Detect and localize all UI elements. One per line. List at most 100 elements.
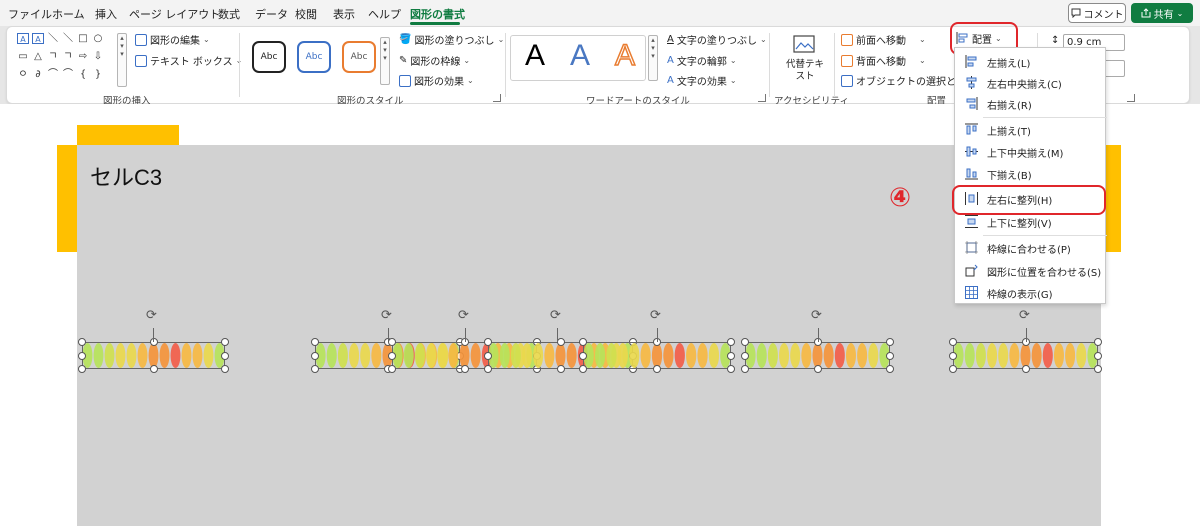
shape-style-sample-1[interactable]: Abc: [252, 41, 286, 73]
tab-data[interactable]: データ: [255, 6, 288, 22]
resize-handle[interactable]: [460, 365, 469, 373]
alt-text-button[interactable]: 代替テキスト: [785, 33, 825, 87]
rotate-handle-icon[interactable]: ⟳: [550, 308, 561, 323]
tab-insert[interactable]: 挿入: [95, 6, 117, 22]
resize-handle[interactable]: [311, 365, 319, 373]
resize-handle[interactable]: [1094, 351, 1102, 360]
resize-handle[interactable]: [579, 365, 587, 373]
tab-shape-format[interactable]: 図形の書式: [410, 6, 465, 22]
resize-handle[interactable]: [886, 365, 894, 373]
resize-handle[interactable]: [388, 351, 396, 360]
resize-handle[interactable]: [221, 338, 229, 346]
resize-handle[interactable]: [579, 338, 587, 346]
text-effects-button[interactable]: A 文字の効果 ⌄: [667, 73, 737, 88]
resize-handle[interactable]: [741, 365, 749, 373]
resize-handle[interactable]: [1021, 365, 1030, 373]
menu-item-align-top[interactable]: 上揃え(T): [955, 119, 1107, 140]
shapes-gallery-scroll[interactable]: ▴ ▾ ▾: [117, 33, 127, 87]
resize-handle[interactable]: [484, 338, 492, 346]
resize-handle[interactable]: [653, 365, 661, 373]
vertical-text-box-shape-icon[interactable]: A: [32, 33, 44, 44]
tab-view[interactable]: 表示: [333, 6, 355, 22]
resize-handle[interactable]: [311, 351, 319, 360]
menu-item-align-right[interactable]: 右揃え(R): [955, 93, 1107, 114]
curve-shape-icon[interactable]: ⌒: [62, 69, 74, 80]
shape-fill-button[interactable]: 🪣 図形の塗りつぶし ⌄: [399, 32, 504, 47]
resize-handle[interactable]: [949, 351, 957, 360]
rotate-handle-icon[interactable]: ⟳: [1019, 308, 1030, 323]
freeform-shape-icon[interactable]: ㅇ: [17, 69, 29, 80]
shape-style-sample-3[interactable]: Abc: [342, 41, 376, 73]
resize-handle[interactable]: [727, 338, 735, 346]
shape-style-sample-2[interactable]: Abc: [297, 41, 331, 73]
shape-styles-scroll[interactable]: ▴ ▾ ▾: [380, 37, 390, 85]
send-backward-button[interactable]: 背面へ移動 ⌄: [841, 53, 926, 68]
resize-handle[interactable]: [949, 365, 957, 373]
shape-outline-button[interactable]: ✎ 図形の枠線 ⌄: [399, 53, 470, 68]
resize-handle[interactable]: [741, 338, 749, 346]
down-arrow-shape-icon[interactable]: ⇩: [92, 51, 104, 62]
dialog-launcher-icon[interactable]: [493, 94, 501, 102]
menu-item-view-gridlines[interactable]: 枠線の表示(G): [955, 282, 1107, 303]
tab-help[interactable]: ヘルプ: [368, 6, 401, 22]
resize-handle[interactable]: [388, 365, 396, 373]
triangle-shape-icon[interactable]: △: [32, 51, 44, 62]
arc-shape-icon[interactable]: ⌒: [47, 69, 59, 80]
text-fill-button[interactable]: A 文字の塗りつぶし ⌄: [667, 32, 767, 47]
text-outline-button[interactable]: A 文字の輪郭 ⌄: [667, 53, 737, 68]
rotate-handle-icon[interactable]: ⟳: [458, 308, 469, 323]
resize-handle[interactable]: [727, 351, 735, 360]
text-box-shape-icon[interactable]: A: [17, 33, 29, 44]
line-shape-icon[interactable]: ＼: [47, 33, 59, 44]
edit-shape-button[interactable]: 図形の編集 ⌄: [135, 32, 210, 47]
resize-handle[interactable]: [78, 351, 86, 360]
tab-home[interactable]: ホーム: [52, 6, 85, 22]
resize-handle[interactable]: [727, 365, 735, 373]
rounded-rectangle-shape-icon[interactable]: ▭: [17, 51, 29, 62]
resize-handle[interactable]: [813, 365, 822, 373]
dialog-launcher-icon[interactable]: [1127, 94, 1135, 102]
resize-handle[interactable]: [484, 351, 492, 360]
resize-handle[interactable]: [221, 351, 229, 360]
menu-item-align-bottom[interactable]: 下揃え(B): [955, 163, 1107, 184]
left-brace-shape-icon[interactable]: {: [77, 69, 89, 80]
right-brace-shape-icon[interactable]: }: [92, 69, 104, 80]
comments-button[interactable]: コメント: [1068, 3, 1126, 23]
menu-item-snap-to-shape[interactable]: 図形に位置を合わせる(S): [955, 260, 1107, 281]
rotate-handle-icon[interactable]: ⟳: [146, 308, 157, 323]
arrow-line-shape-icon[interactable]: ＼: [62, 33, 74, 44]
menu-item-align-left[interactable]: 左揃え(L): [955, 51, 1107, 72]
bring-forward-button[interactable]: 前面へ移動 ⌄: [841, 32, 926, 47]
right-arrow-shape-icon[interactable]: ⇨: [77, 51, 89, 62]
resize-handle[interactable]: [149, 365, 158, 373]
resize-handle[interactable]: [1094, 365, 1102, 373]
resize-handle[interactable]: [78, 365, 86, 373]
rotate-handle-icon[interactable]: ⟳: [381, 308, 392, 323]
scribble-shape-icon[interactable]: ∂: [32, 69, 44, 80]
tab-file[interactable]: ファイル: [8, 6, 52, 22]
resize-handle[interactable]: [556, 365, 565, 373]
tab-formulas[interactable]: 数式: [218, 6, 240, 22]
share-button[interactable]: 共有 ⌄: [1131, 3, 1193, 23]
resize-handle[interactable]: [484, 365, 492, 373]
wordart-scroll[interactable]: ▴ ▾ ▾: [648, 35, 658, 81]
wordart-sample-2[interactable]: A: [570, 39, 590, 73]
menu-item-snap-to-grid[interactable]: 枠線に合わせる(P): [955, 237, 1107, 258]
resize-handle[interactable]: [949, 338, 957, 346]
rectangle-shape-icon[interactable]: □: [77, 33, 89, 44]
tab-page-layout[interactable]: ページ レイアウト: [129, 6, 220, 22]
elbow-arrow-shape-icon[interactable]: ㄱ: [62, 51, 74, 62]
oval-shape-icon[interactable]: ○: [92, 33, 104, 44]
menu-item-align-middle[interactable]: 上下中央揃え(M): [955, 141, 1107, 162]
resize-handle[interactable]: [388, 338, 396, 346]
resize-handle[interactable]: [221, 365, 229, 373]
resize-handle[interactable]: [886, 351, 894, 360]
wordart-sample-3[interactable]: A: [614, 38, 636, 73]
resize-handle[interactable]: [886, 338, 894, 346]
wordart-sample-1[interactable]: A: [525, 39, 545, 73]
dialog-launcher-icon[interactable]: [758, 94, 766, 102]
elbow-connector-shape-icon[interactable]: ㄱ: [47, 51, 59, 62]
resize-handle[interactable]: [78, 338, 86, 346]
resize-handle[interactable]: [579, 351, 587, 360]
text-box-button[interactable]: テキスト ボックス ⌄: [135, 53, 242, 68]
